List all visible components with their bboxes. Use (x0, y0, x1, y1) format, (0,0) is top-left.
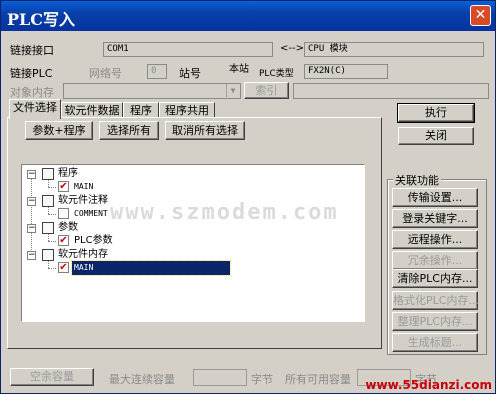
comment-item-checkbox[interactable]: ✔ (58, 208, 69, 219)
bytes-unit-label: 字节 (251, 373, 273, 386)
index-button[interactable]: 索引 (244, 82, 289, 99)
tree-line (31, 178, 32, 260)
memory-folder-icon (42, 249, 54, 261)
plc-type-field: FX2N(C) (304, 64, 388, 79)
register-keyword-button[interactable]: 登录关键字... (392, 209, 478, 228)
related-functions-title: 关联功能 (393, 172, 441, 188)
deselect-all-button[interactable]: 取消所有选择 (165, 121, 245, 140)
transfer-setup-button[interactable]: 传输设置... (392, 188, 478, 207)
tree-line (48, 261, 49, 268)
site-watermark: www.55dianzi.com (365, 378, 492, 392)
link-interface-label: 链接接口 (10, 44, 54, 57)
network-number-field: 0 (147, 64, 167, 79)
expand-program-icon[interactable]: − (27, 170, 36, 179)
tree-plc-params[interactable]: PLC参数 (74, 234, 113, 248)
tree-line (48, 268, 56, 269)
link-target-field: CPU 模块 (304, 42, 484, 57)
plc-write-dialog: PLC写入 ✕ 链接接口 COM1 <--> CPU 模块 链接PLC 网络号 … (0, 0, 496, 394)
tree-line (48, 180, 49, 187)
target-memory-label: 对象内存 (10, 86, 54, 99)
index-field (293, 83, 489, 99)
watermark-text: www.szmodem.com (110, 200, 339, 225)
organize-plc-memory-button[interactable]: 整理PLC内存... (392, 312, 478, 331)
max-continuous-value (193, 369, 247, 386)
station-label: 站号 (179, 67, 201, 80)
station-field: 本站 (225, 62, 253, 77)
tree-memory[interactable]: 软元件内存 (58, 248, 108, 262)
execute-button[interactable]: 执行 (397, 103, 475, 123)
params-program-button[interactable]: 参数+程序 (25, 121, 93, 140)
select-all-button[interactable]: 选择所有 (99, 121, 159, 140)
close-icon[interactable]: ✕ (470, 5, 491, 26)
tree-line (48, 234, 49, 241)
tab-program[interactable]: 程序 (123, 102, 159, 118)
redundant-operation-button[interactable]: 冗余操作... (392, 251, 478, 270)
tree-memory-main-selected[interactable]: MAIN (71, 260, 231, 276)
close-button[interactable]: 关闭 (398, 127, 474, 145)
generate-title-button[interactable]: 生成标题... (392, 333, 478, 352)
tree-program-main[interactable]: MAIN (74, 180, 93, 194)
tree-line (48, 214, 56, 215)
program-folder-icon (42, 168, 54, 180)
tab-program-common[interactable]: 程序共用 (159, 102, 215, 118)
tree-line (48, 187, 56, 188)
link-interface-field: COM1 (103, 42, 273, 57)
tree-program[interactable]: 程序 (58, 167, 78, 181)
link-arrow: <--> (280, 43, 304, 54)
tree-line (48, 207, 49, 214)
program-main-checkbox[interactable]: ✔ (58, 181, 69, 192)
max-continuous-label: 最大连续容量 (109, 373, 175, 386)
tree-comment-item[interactable]: COMMENT (74, 207, 108, 221)
memory-main-checkbox[interactable]: ✔ (58, 262, 69, 273)
file-tree: − 程序 ✔ MAIN − 软元件注释 ✔ COMMENT − 参数 ✔ PLC… (21, 164, 365, 322)
tree-line (48, 241, 56, 242)
dropdown-arrow-icon[interactable]: ▼ (226, 84, 239, 97)
format-plc-memory-button[interactable]: 格式化PLC内存... (392, 291, 479, 310)
title-bar[interactable]: PLC写入 ✕ (1, 1, 495, 31)
expand-memory-icon[interactable]: − (27, 251, 36, 260)
plc-type-label: PLC类型 (259, 69, 294, 79)
clear-plc-memory-button[interactable]: 清除PLC内存... (392, 269, 478, 288)
tree-params[interactable]: 参数 (58, 221, 78, 235)
comment-folder-icon (42, 195, 54, 207)
network-number-label: 网络号 (89, 67, 122, 80)
target-memory-select[interactable]: ▼ (63, 83, 241, 99)
link-plc-label: 链接PLC (10, 67, 53, 80)
tab-device-data[interactable]: 软元件数据 (61, 102, 123, 118)
tree-comment[interactable]: 软元件注释 (58, 194, 108, 208)
free-capacity-button[interactable]: 空余容量 (10, 368, 94, 386)
window-title: PLC写入 (7, 10, 76, 29)
expand-comment-icon[interactable]: − (27, 197, 36, 206)
total-free-label: 所有可用容量 (285, 373, 351, 386)
expand-params-icon[interactable]: − (27, 224, 36, 233)
remote-operation-button[interactable]: 远程操作... (392, 230, 478, 249)
tab-file-select[interactable]: 文件选择 (9, 99, 61, 119)
params-folder-icon (42, 222, 54, 234)
plc-params-checkbox[interactable]: ✔ (58, 235, 69, 246)
